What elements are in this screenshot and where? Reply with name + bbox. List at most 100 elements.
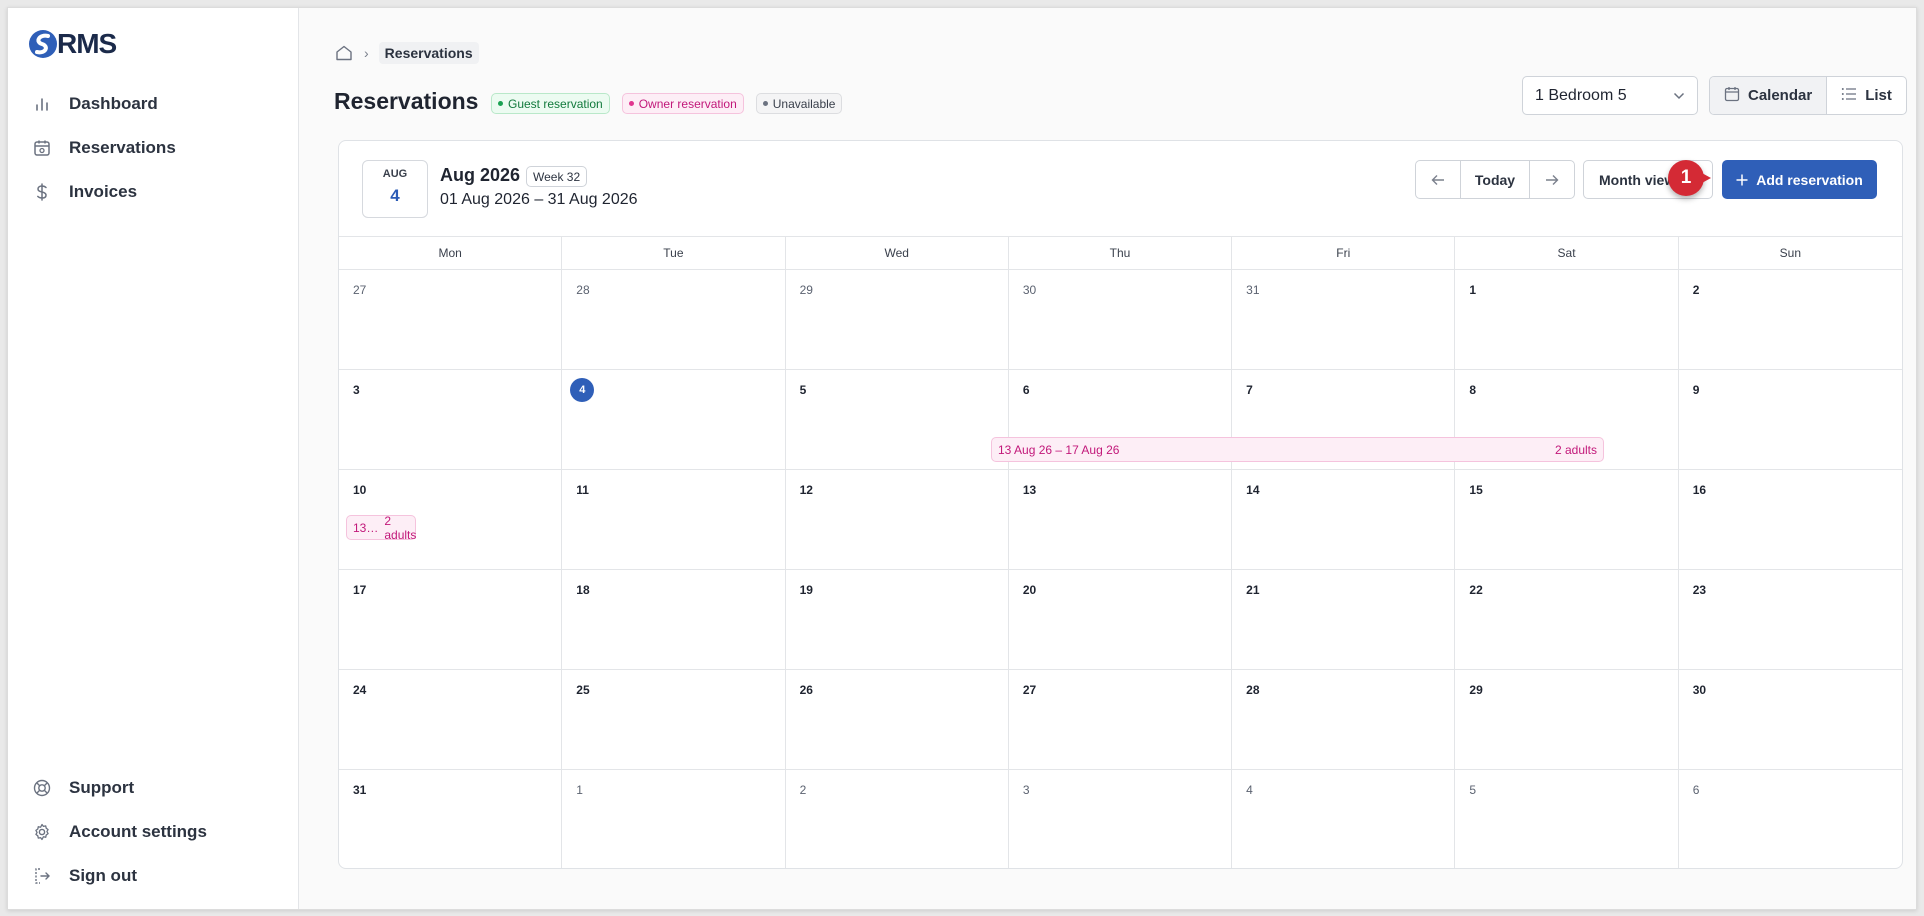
arrow-right-icon	[1546, 174, 1559, 185]
calendar-day-cell[interactable]: 11	[562, 470, 786, 570]
day-number: 25	[576, 683, 590, 697]
day-number: 29	[1469, 683, 1483, 697]
date-box-month: AUG	[382, 168, 408, 180]
step-marker: 1	[1668, 160, 1704, 196]
calendar-day-cell[interactable]: 23	[1678, 570, 1902, 670]
calendar-day-cell[interactable]: 17	[339, 570, 563, 670]
weekday-label: Mon	[339, 237, 563, 269]
day-number: 17	[353, 583, 367, 597]
calendar-day-cell[interactable]: 3	[339, 370, 563, 470]
calendar-day-cell[interactable]: 30	[1008, 270, 1233, 370]
calendar-view-button[interactable]: Calendar	[1710, 77, 1828, 114]
day-number: 28	[576, 283, 590, 297]
calendar-icon	[32, 138, 52, 158]
calendar-day-cell[interactable]: 28	[1232, 670, 1456, 770]
calendar-day-cell[interactable]: 27	[1008, 670, 1233, 770]
calendar-day-cell[interactable]: 31	[1232, 270, 1456, 370]
app-logo[interactable]: RMS	[27, 28, 117, 60]
reservation-event[interactable]: 13… 2 adults	[346, 514, 416, 542]
sidebar-nav: Dashboard Reservations Invoices	[32, 82, 176, 214]
day-number: 3	[1022, 783, 1030, 797]
sidebar-item-label: Support	[69, 778, 135, 797]
breadcrumb: › Reservations	[334, 42, 479, 64]
day-number: 29	[799, 283, 813, 297]
calendar-day-cell[interactable]: 31	[339, 770, 563, 868]
breadcrumb-current: Reservations	[378, 42, 479, 64]
property-select[interactable]: 1 Bedroom 5	[1522, 76, 1698, 115]
calendar-day-cell[interactable]: 29	[785, 270, 1009, 370]
day-number: 18	[576, 583, 590, 597]
home-icon[interactable]	[334, 43, 354, 63]
previous-month-button[interactable]	[1416, 161, 1460, 198]
calendar-day-cell[interactable]: 5	[785, 370, 1009, 470]
reservation-dates: 13 Aug 26 – 17 Aug 26	[998, 442, 1120, 457]
calendar-day-cell[interactable]: 24	[339, 670, 563, 770]
calendar-day-cell[interactable]: 20	[1008, 570, 1233, 670]
gear-icon	[32, 822, 52, 842]
calendar-day-cell[interactable]: 4	[1232, 770, 1456, 868]
sidebar-item-reservations[interactable]: Reservations	[32, 126, 176, 170]
calendar-day-cell[interactable]: 29	[1455, 670, 1679, 770]
calendar-day-cell[interactable]: 16	[1678, 470, 1902, 570]
calendar-day-cell[interactable]: 14	[1232, 470, 1456, 570]
day-number: 2	[799, 783, 807, 797]
sidebar-item-label: Account settings	[69, 822, 207, 841]
view-toggle: Calendar List	[1709, 76, 1907, 115]
today-button[interactable]: Today	[1460, 161, 1530, 198]
sidebar-item-sign-out[interactable]: Sign out	[32, 854, 207, 898]
page-title: Reservations	[334, 88, 479, 114]
day-number: 6	[1692, 783, 1700, 797]
day-number: 27	[1022, 683, 1037, 697]
calendar-day-cell[interactable]: 13	[1008, 470, 1233, 570]
calendar-day-cell[interactable]: 28	[562, 270, 786, 370]
app-window: RMS Dashboard Reservations Invoices Supp…	[7, 7, 1917, 910]
date-navigation: Today	[1415, 160, 1575, 199]
day-number: 19	[799, 583, 813, 597]
calendar-day-cell[interactable]: 4	[562, 370, 786, 470]
calendar-day-cell[interactable]: 3	[1009, 770, 1233, 868]
chevron-down-icon	[1673, 87, 1685, 105]
calendar-day-cell[interactable]: 2	[786, 770, 1009, 868]
month-title: Aug 2026	[440, 165, 521, 185]
calendar-grid: 27 28 29 30 31 1 2 3 4 5 6 7 8 9 10 11 12 13 14 15 16 17 18 19 2…	[339, 270, 1902, 868]
calendar-day-cell[interactable]: 21	[1232, 570, 1456, 670]
arrow-left-icon	[1431, 174, 1444, 185]
calendar-day-cell[interactable]: 12	[785, 470, 1009, 570]
add-reservation-label: Add reservation	[1756, 171, 1863, 188]
sidebar-item-label: Sign out	[69, 866, 137, 885]
calendar-day-cell[interactable]: 1	[562, 770, 786, 868]
day-number: 31	[1246, 283, 1260, 297]
list-view-button[interactable]: List	[1827, 77, 1906, 114]
legend-owner-reservation: Owner reservation	[621, 93, 744, 114]
calendar-day-cell[interactable]: 26	[785, 670, 1009, 770]
calendar-day-cell[interactable]: 19	[785, 570, 1009, 670]
legend-guest-reservation: Guest reservation	[491, 93, 610, 114]
sidebar-item-account-settings[interactable]: Account settings	[32, 810, 207, 854]
next-month-button[interactable]	[1530, 161, 1574, 198]
calendar-day-cell[interactable]: 6	[1679, 770, 1902, 868]
legend-unavailable: Unavailable	[755, 93, 843, 114]
calendar-day-cell[interactable]: 27	[339, 270, 563, 370]
plus-icon	[1736, 174, 1748, 185]
add-reservation-button[interactable]: Add reservation	[1722, 160, 1877, 199]
weekday-label: Fri	[1232, 237, 1456, 269]
calendar-day-cell[interactable]: 15	[1455, 470, 1679, 570]
reservation-event[interactable]: 13 Aug 26 – 17 Aug 26 2 adults	[991, 437, 1604, 462]
calendar-day-cell[interactable]: 9	[1678, 370, 1902, 470]
calendar-day-cell[interactable]: 25	[562, 670, 786, 770]
calendar-day-cell[interactable]: 22	[1455, 570, 1679, 670]
calendar-day-cell[interactable]: 1	[1455, 270, 1679, 370]
calendar-day-cell[interactable]: 18	[562, 570, 786, 670]
sidebar-item-invoices[interactable]: Invoices	[32, 170, 176, 214]
legend-label: Unavailable	[772, 96, 836, 111]
calendar-day-cell[interactable]: 5	[1455, 770, 1679, 868]
status-dot-icon	[628, 101, 634, 106]
calendar-day-cell[interactable]: 2	[1678, 270, 1902, 370]
day-number: 10	[353, 483, 367, 497]
step-marker-pointer	[1700, 172, 1711, 184]
sidebar-item-support[interactable]: Support	[32, 766, 207, 810]
day-number: 16	[1692, 483, 1707, 497]
calendar-day-cell[interactable]: 30	[1678, 670, 1902, 770]
sidebar-item-dashboard[interactable]: Dashboard	[32, 82, 176, 126]
sidebar-item-label: Dashboard	[69, 94, 158, 113]
